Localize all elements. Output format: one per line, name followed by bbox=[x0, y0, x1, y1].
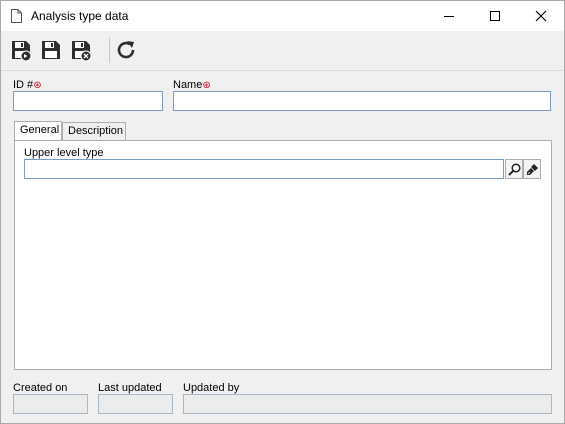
created-on-field bbox=[13, 394, 88, 414]
save-and-close-button[interactable] bbox=[69, 38, 93, 62]
required-icon: ⊛ bbox=[33, 80, 42, 91]
id-label-text: ID # bbox=[13, 79, 34, 91]
updated-by-label: Updated by bbox=[183, 382, 240, 394]
eraser-brush-icon bbox=[527, 164, 538, 175]
name-label: Name⊛ bbox=[173, 79, 211, 91]
close-button[interactable] bbox=[518, 1, 564, 31]
save-button[interactable] bbox=[39, 38, 63, 62]
maximize-icon bbox=[490, 11, 500, 21]
tab-general[interactable]: General bbox=[14, 121, 62, 141]
document-icon bbox=[11, 9, 22, 23]
refresh-icon bbox=[117, 41, 135, 59]
minimize-button[interactable] bbox=[426, 1, 472, 31]
tab-description[interactable]: Description bbox=[62, 122, 126, 141]
toolbar-separator bbox=[109, 37, 110, 63]
tab-general-label: General bbox=[20, 124, 60, 136]
title-bar: Analysis type data bbox=[1, 1, 564, 31]
save-icon bbox=[42, 41, 60, 59]
close-icon bbox=[535, 10, 547, 22]
name-field[interactable] bbox=[173, 91, 551, 111]
save-and-new-button[interactable] bbox=[9, 38, 33, 62]
maximize-button[interactable] bbox=[472, 1, 518, 31]
refresh-button[interactable] bbox=[114, 38, 138, 62]
tab-description-label: Description bbox=[68, 125, 124, 137]
required-icon: ⊛ bbox=[202, 80, 211, 91]
save-and-close-icon bbox=[72, 41, 92, 62]
last-updated-field bbox=[98, 394, 173, 414]
search-icon bbox=[508, 163, 521, 176]
last-updated-label: Last updated bbox=[98, 382, 162, 394]
minimize-icon bbox=[444, 16, 454, 17]
search-button[interactable] bbox=[505, 159, 523, 179]
save-and-new-icon bbox=[12, 41, 32, 62]
upper-level-type-label: Upper level type bbox=[24, 147, 104, 159]
created-on-label: Created on bbox=[13, 382, 68, 394]
id-label: ID #⊛ bbox=[13, 79, 42, 91]
updated-by-field bbox=[183, 394, 552, 414]
window-title: Analysis type data bbox=[31, 9, 129, 23]
id-field[interactable] bbox=[13, 91, 163, 111]
clear-button[interactable] bbox=[523, 159, 541, 179]
dialog-window: Analysis type data ID #⊛ Name⊛ General D… bbox=[0, 0, 565, 424]
upper-level-type-field[interactable] bbox=[24, 159, 504, 179]
name-label-text: Name bbox=[173, 79, 203, 91]
toolbar bbox=[1, 31, 564, 71]
